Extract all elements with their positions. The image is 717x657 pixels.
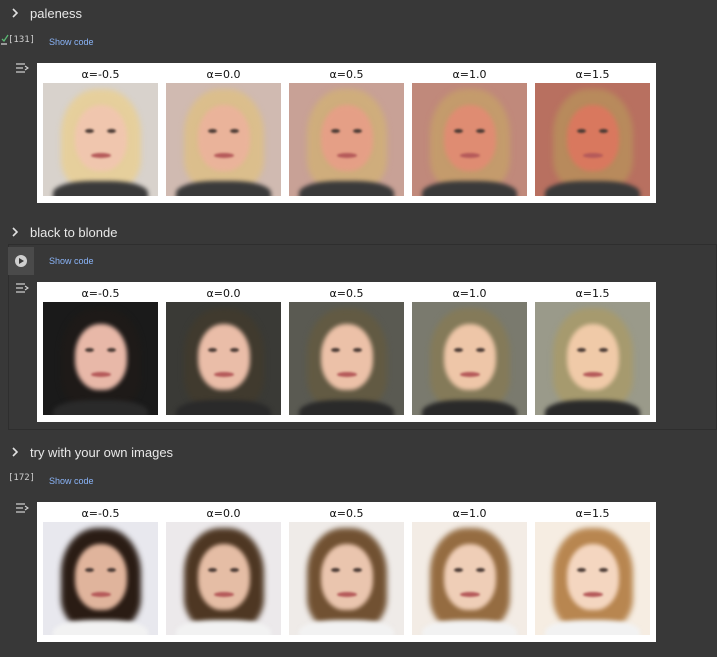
face-image	[166, 522, 281, 635]
alpha-label: α=1.5	[575, 68, 610, 81]
image-column: α=1.5	[535, 63, 650, 203]
image-column: α=-0.5	[43, 63, 158, 203]
face-image	[412, 83, 527, 196]
image-column: α=0.0	[166, 502, 281, 642]
face-image	[535, 522, 650, 635]
section-header-own-images[interactable]: try with your own images	[0, 440, 173, 464]
alpha-label: α=1.5	[575, 507, 610, 520]
alpha-label: α=0.5	[329, 287, 364, 300]
image-column: α=0.0	[166, 63, 281, 203]
face-image	[43, 522, 158, 635]
show-code-link[interactable]: Show code	[49, 476, 94, 486]
play-circle-icon	[15, 255, 27, 267]
alpha-label: α=0.0	[206, 507, 241, 520]
image-column: α=1.0	[412, 502, 527, 642]
image-column: α=-0.5	[43, 502, 158, 642]
alpha-label: α=1.0	[452, 507, 487, 520]
output-figure-paleness: α=-0.5 α=0.0 α=0.5 α=1.0 α=1.5	[37, 63, 656, 203]
section-title: paleness	[30, 5, 83, 21]
chevron-right-icon[interactable]	[0, 8, 30, 18]
execution-count: [172]	[8, 473, 36, 483]
face-image	[289, 83, 404, 196]
output-toggle-icon[interactable]	[15, 282, 29, 294]
alpha-label: α=0.5	[329, 68, 364, 81]
image-column: α=0.0	[166, 282, 281, 422]
face-image	[412, 522, 527, 635]
alpha-label: α=1.0	[452, 68, 487, 81]
alpha-label: α=0.0	[206, 287, 241, 300]
alpha-label: α=0.0	[206, 68, 241, 81]
face-image	[166, 83, 281, 196]
section-header-paleness[interactable]: paleness	[0, 1, 82, 25]
section-title: try with your own images	[30, 444, 174, 460]
chevron-right-icon[interactable]	[0, 227, 30, 237]
section-title: black to blonde	[30, 224, 118, 240]
image-column: α=0.5	[289, 282, 404, 422]
image-column: α=0.5	[289, 502, 404, 642]
face-image	[535, 302, 650, 415]
face-image	[166, 302, 281, 415]
show-code-link[interactable]: Show code	[49, 256, 94, 266]
alpha-label: α=1.0	[452, 287, 487, 300]
alpha-label: α=0.5	[329, 507, 364, 520]
image-column: α=1.5	[535, 502, 650, 642]
run-cell-button[interactable]	[8, 247, 34, 275]
face-image	[289, 522, 404, 635]
section-header-black-to-blonde[interactable]: black to blonde	[0, 220, 117, 244]
face-image	[43, 302, 158, 415]
face-image	[412, 302, 527, 415]
image-column: α=0.5	[289, 63, 404, 203]
image-column: α=1.0	[412, 282, 527, 422]
output-toggle-icon[interactable]	[15, 502, 29, 514]
image-column: α=-0.5	[43, 282, 158, 422]
execution-count: [131]	[8, 35, 36, 45]
output-figure-black-to-blonde: α=-0.5 α=0.0 α=0.5 α=1.0 α=1.5	[37, 282, 656, 422]
image-column: α=1.0	[412, 63, 527, 203]
alpha-label: α=-0.5	[81, 507, 120, 520]
face-image	[535, 83, 650, 196]
chevron-right-icon[interactable]	[0, 447, 30, 457]
alpha-label: α=-0.5	[81, 68, 120, 81]
image-column: α=1.5	[535, 282, 650, 422]
output-figure-own-images: α=-0.5 α=0.0 α=0.5 α=1.0 α=1.5	[37, 502, 656, 642]
face-image	[289, 302, 404, 415]
alpha-label: α=-0.5	[81, 287, 120, 300]
show-code-link[interactable]: Show code	[49, 37, 94, 47]
alpha-label: α=1.5	[575, 287, 610, 300]
face-image	[43, 83, 158, 196]
output-toggle-icon[interactable]	[15, 62, 29, 74]
